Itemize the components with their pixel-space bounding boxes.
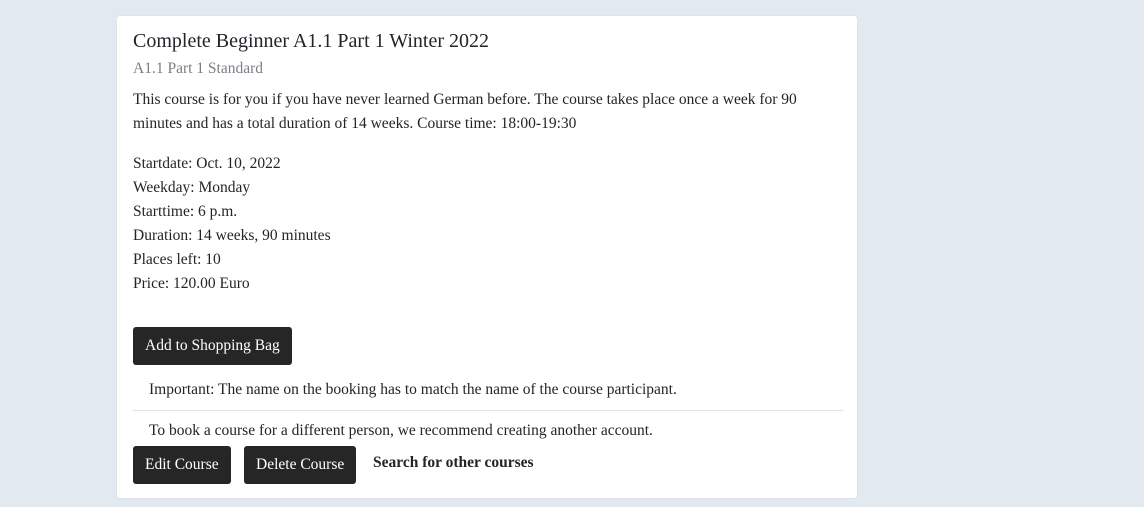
detail-duration: Duration: 14 weeks, 90 minutes [133, 227, 331, 244]
search-other-courses-link[interactable]: Search for other courses [373, 454, 534, 472]
detail-price: Price: 120.00 Euro [133, 275, 250, 292]
add-to-shopping-bag-button[interactable]: Add to Shopping Bag [133, 327, 292, 365]
course-card: Complete Beginner A1.1 Part 1 Winter 202… [116, 15, 858, 499]
detail-weekday: Weekday: Monday [133, 179, 251, 196]
detail-starttime: Starttime: 6 p.m. [133, 203, 238, 220]
course-description: This course is for you if you have never… [133, 91, 797, 132]
detail-places-left: Places left: 10 [133, 251, 221, 268]
course-subtitle: A1.1 Part 1 Standard [133, 60, 264, 77]
note-name-match: Important: The name on the booking has t… [149, 381, 677, 398]
edit-course-button[interactable]: Edit Course [133, 446, 231, 484]
delete-course-button[interactable]: Delete Course [244, 446, 357, 484]
detail-startdate: Startdate: Oct. 10, 2022 [133, 155, 281, 172]
note-different-person: To book a course for a different person,… [133, 410, 843, 451]
booking-notes: Important: The name on the booking has t… [133, 370, 843, 451]
course-title: Complete Beginner A1.1 Part 1 Winter 202… [133, 30, 489, 52]
course-details: Startdate: Oct. 10, 2022 Weekday: Monday… [133, 152, 331, 296]
